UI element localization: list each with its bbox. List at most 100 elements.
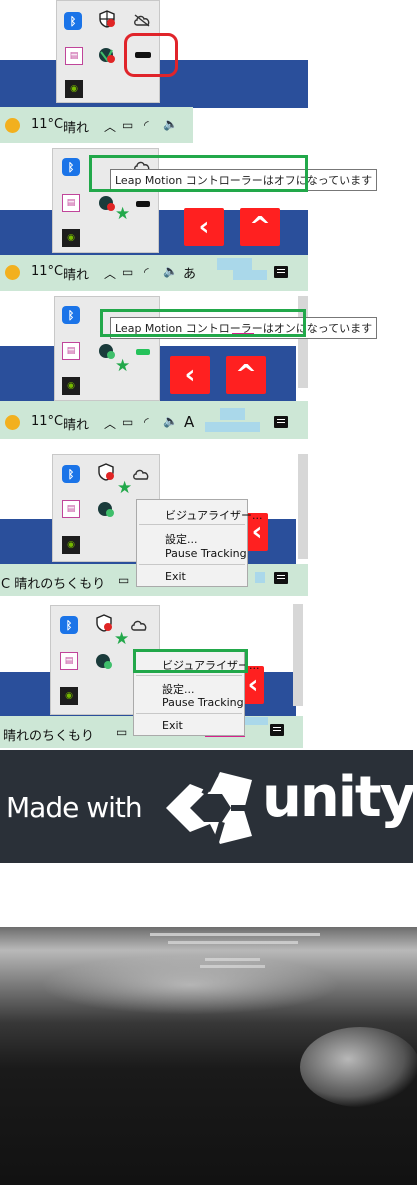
menu-item-exit[interactable]: Exit <box>162 719 183 732</box>
archiver-icon[interactable]: ▤ <box>62 194 80 212</box>
bluetooth-icon[interactable]: ᛒ <box>62 306 80 324</box>
clock-date-redacted[interactable] <box>233 270 267 280</box>
nvidia-icon[interactable]: ◉ <box>62 229 80 247</box>
scrollbar[interactable] <box>293 604 303 706</box>
archiver-icon[interactable]: ▤ <box>65 47 83 65</box>
up-button[interactable]: ^ <box>226 356 266 394</box>
battery-icon[interactable]: ▭ <box>122 415 133 429</box>
weather-sun-icon[interactable] <box>5 265 20 280</box>
nvidia-icon[interactable]: ◉ <box>62 377 80 395</box>
weather-condition[interactable]: C 晴れのちくもり <box>1 573 105 592</box>
wifi-icon[interactable]: ◜ <box>144 265 149 279</box>
archiver-icon[interactable]: ▤ <box>60 652 78 670</box>
weather-condition[interactable]: 晴れ <box>63 264 89 283</box>
overlay-text-line <box>205 958 260 961</box>
overlay-text-line <box>168 941 298 944</box>
clock-redacted[interactable] <box>255 572 265 583</box>
chevron-up-icon[interactable]: ︿ <box>104 415 116 432</box>
bluetooth-icon[interactable]: ᛒ <box>60 616 78 634</box>
onedrive-icon[interactable] <box>132 465 150 483</box>
shield-icon[interactable] <box>98 10 116 28</box>
chevron-up-icon[interactable]: ︿ <box>104 118 116 135</box>
weather-condition[interactable]: 晴れ <box>63 117 89 136</box>
weather-temp[interactable]: 11°C <box>31 117 63 132</box>
wifi-icon[interactable]: ◜ <box>144 415 149 429</box>
wifi-icon[interactable]: ◜ <box>144 118 149 132</box>
bluetooth-icon[interactable]: ᛒ <box>62 158 80 176</box>
notification-icon[interactable] <box>270 724 284 736</box>
security-app-icon[interactable] <box>98 194 116 212</box>
ime-indicator[interactable]: あ <box>183 263 196 282</box>
leap-motion-icon[interactable] <box>134 195 152 213</box>
leap-context-menu: ビジュアライザー... 設定... Pause Tracking Exit <box>136 499 263 587</box>
finger-blob <box>40 955 340 1015</box>
battery-icon[interactable]: ▭ <box>116 725 127 739</box>
leap-motion-icon[interactable] <box>134 343 152 361</box>
weather-temp[interactable]: 11°C <box>31 414 63 429</box>
weather-condition[interactable]: 晴れ <box>63 414 89 433</box>
battery-icon[interactable]: ▭ <box>122 118 133 132</box>
star-marker-icon: ★ <box>114 629 130 649</box>
volume-icon[interactable]: 🔈 <box>163 414 178 428</box>
volume-icon[interactable]: 🔈 <box>163 264 178 278</box>
scrollbar[interactable] <box>298 454 308 559</box>
highlight-tooltip <box>89 155 308 192</box>
onedrive-icon[interactable] <box>133 11 151 29</box>
star-marker-icon: ★ <box>117 478 133 498</box>
menu-item-settings[interactable]: 設定... <box>162 681 195 697</box>
unity-wordmark: unity <box>262 765 416 830</box>
highlight-leap-icon <box>124 33 178 77</box>
archiver-icon[interactable]: ▤ <box>62 500 80 518</box>
menu-item-visualizer[interactable]: ビジュアライザー... <box>165 507 263 523</box>
menu-item-pause-tracking[interactable]: Pause Tracking <box>165 547 247 560</box>
notification-icon[interactable] <box>274 416 288 428</box>
made-with-text: Made with <box>6 791 143 824</box>
battery-icon[interactable]: ▭ <box>118 573 129 587</box>
menu-separator <box>139 524 245 525</box>
shield-icon[interactable] <box>95 614 113 632</box>
panel-5-visualizer-highlight: ᛒ ★ ▤ ◉ ‹ 晴れのちくもり ▭ ビジュアライザー... 設定... Pa… <box>0 602 417 748</box>
volume-icon[interactable]: 🔈 <box>163 117 178 131</box>
bluetooth-icon[interactable]: ᛒ <box>64 12 82 30</box>
back-button[interactable]: ‹ <box>184 208 224 246</box>
bluetooth-icon[interactable]: ᛒ <box>62 465 80 483</box>
unity-logo-icon <box>166 772 252 844</box>
notification-icon[interactable] <box>274 266 288 278</box>
security-app-icon[interactable] <box>95 652 113 670</box>
weather-sun-icon[interactable] <box>5 415 20 430</box>
security-app-icon[interactable] <box>97 500 115 518</box>
visualizer-camera-view <box>0 927 417 1185</box>
menu-item-pause-tracking[interactable]: Pause Tracking <box>162 696 244 709</box>
chevron-up-icon[interactable]: ︿ <box>104 265 116 282</box>
menu-separator <box>139 564 245 565</box>
highlight-tooltip <box>100 309 306 337</box>
archiver-icon[interactable]: ▤ <box>62 342 80 360</box>
weather-temp[interactable]: 11°C <box>31 264 63 279</box>
clock-time-redacted[interactable] <box>217 258 252 270</box>
overlay-text-line <box>150 933 320 936</box>
highlight-visualizer <box>133 649 248 673</box>
weather-sun-icon[interactable] <box>5 118 20 133</box>
notification-icon[interactable] <box>274 572 288 584</box>
unity-splash-banner: Made with unity <box>0 750 416 863</box>
ime-indicator[interactable]: A <box>184 413 194 431</box>
weather-condition[interactable]: 晴れのちくもり <box>3 725 94 744</box>
fingertip-blob <box>300 1027 417 1107</box>
menu-item-settings[interactable]: 設定... <box>165 531 198 547</box>
menu-separator <box>136 675 242 676</box>
up-button[interactable]: ^ <box>240 208 280 246</box>
security-app-icon[interactable] <box>98 46 116 64</box>
menu-item-exit[interactable]: Exit <box>165 570 186 583</box>
clock-time-redacted[interactable] <box>220 408 245 420</box>
nvidia-icon[interactable]: ◉ <box>60 687 78 705</box>
back-button[interactable]: ‹ <box>170 356 210 394</box>
nvidia-icon[interactable]: ◉ <box>65 80 83 98</box>
onedrive-icon[interactable] <box>130 616 148 634</box>
panel-2-tooltip-off: ᛒ Leap Motion コントローラーはオフになっています ▤ ★ ◉ ‹ … <box>0 143 417 291</box>
panel-4-context-menu: ᛒ ★ ▤ ◉ ‹ C 晴れのちくもり ▭ ビジュアライザー... 設定... … <box>0 451 417 596</box>
battery-icon[interactable]: ▭ <box>122 265 133 279</box>
shield-icon[interactable] <box>97 463 115 481</box>
security-app-icon[interactable] <box>98 342 116 360</box>
nvidia-icon[interactable]: ◉ <box>62 536 80 554</box>
clock-date-redacted[interactable] <box>205 422 260 432</box>
